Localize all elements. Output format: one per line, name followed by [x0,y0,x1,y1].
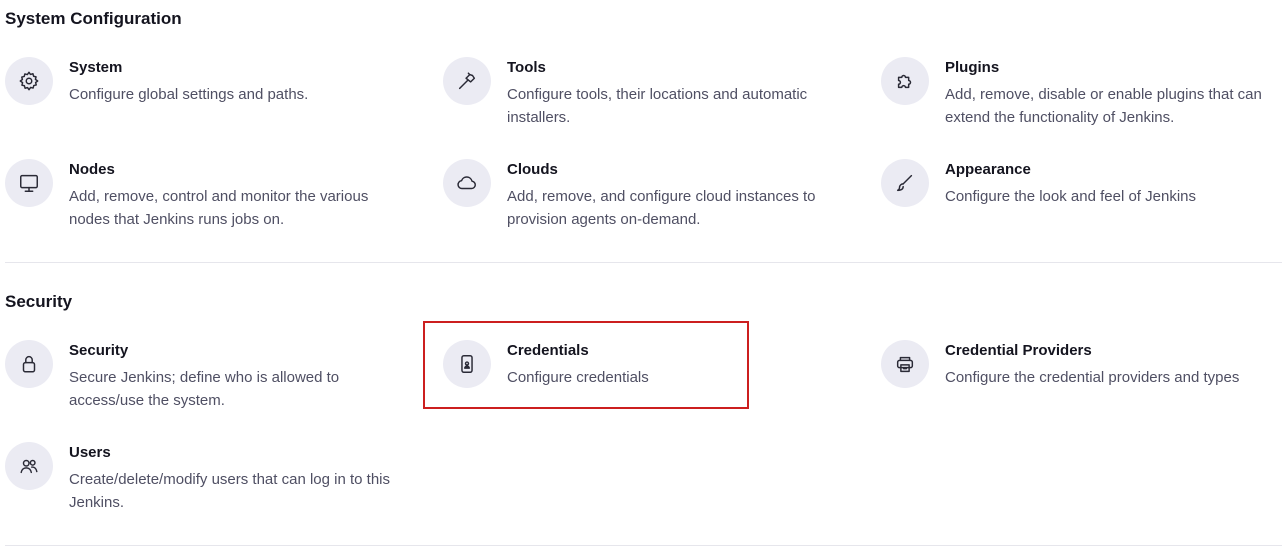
item-title: Nodes [69,161,115,178]
item-title: Appearance [945,161,1031,178]
section-divider [5,262,1282,263]
cloud-icon [443,159,491,207]
item-title: Plugins [945,59,1000,76]
manage-item-plugins[interactable]: Plugins Add, remove, disable or enable p… [881,57,1281,129]
puzzle-icon [881,57,929,105]
section-divider [5,545,1282,546]
manage-item-clouds[interactable]: Clouds Add, remove, and configure cloud … [443,159,843,231]
manage-item-security[interactable]: Security Secure Jenkins; define who is a… [5,340,405,412]
item-description: Add, remove, disable or enable plugins t… [945,86,1262,126]
manage-item-tools[interactable]: Tools Configure tools, their locations a… [443,57,843,129]
manage-item-appearance[interactable]: Appearance Configure the look and feel o… [881,159,1281,208]
users-icon [5,442,53,490]
credential-providers-icon [881,340,929,388]
item-title: Tools [507,59,546,76]
gear-icon [5,57,53,105]
item-description: Configure the look and feel of Jenkins [945,188,1196,205]
item-description: Configure tools, their locations and aut… [507,86,808,126]
item-description: Add, remove, and configure cloud instanc… [507,188,816,228]
item-title: Clouds [507,161,558,178]
lock-icon [5,340,53,388]
manage-item-users[interactable]: Users Create/delete/modify users that ca… [5,442,405,514]
manage-item-credentials[interactable]: Credentials Configure credentials [443,340,743,389]
monitor-icon [5,159,53,207]
item-description: Create/delete/modify users that can log … [69,471,391,511]
section-title-security: Security [5,292,73,311]
item-title: Security [69,342,129,359]
item-description: Add, remove, control and monitor the var… [69,188,369,228]
item-title: System [69,59,123,76]
item-description: Configure the credential providers and t… [945,369,1240,386]
item-description: Configure global settings and paths. [69,86,309,103]
brush-icon [881,159,929,207]
manage-item-nodes[interactable]: Nodes Add, remove, control and monitor t… [5,159,405,231]
hammer-icon [443,57,491,105]
manage-item-system[interactable]: System Configure global settings and pat… [5,57,405,106]
id-card-icon [443,340,491,388]
manage-item-credential-providers[interactable]: Credential Providers Configure the crede… [881,340,1281,389]
section-title-system-configuration: System Configuration [5,9,182,28]
item-title: Credentials [507,342,589,359]
item-description: Configure credentials [507,369,649,386]
item-title: Users [69,444,111,461]
item-description: Secure Jenkins; define who is allowed to… [69,369,340,409]
item-title: Credential Providers [945,342,1092,359]
